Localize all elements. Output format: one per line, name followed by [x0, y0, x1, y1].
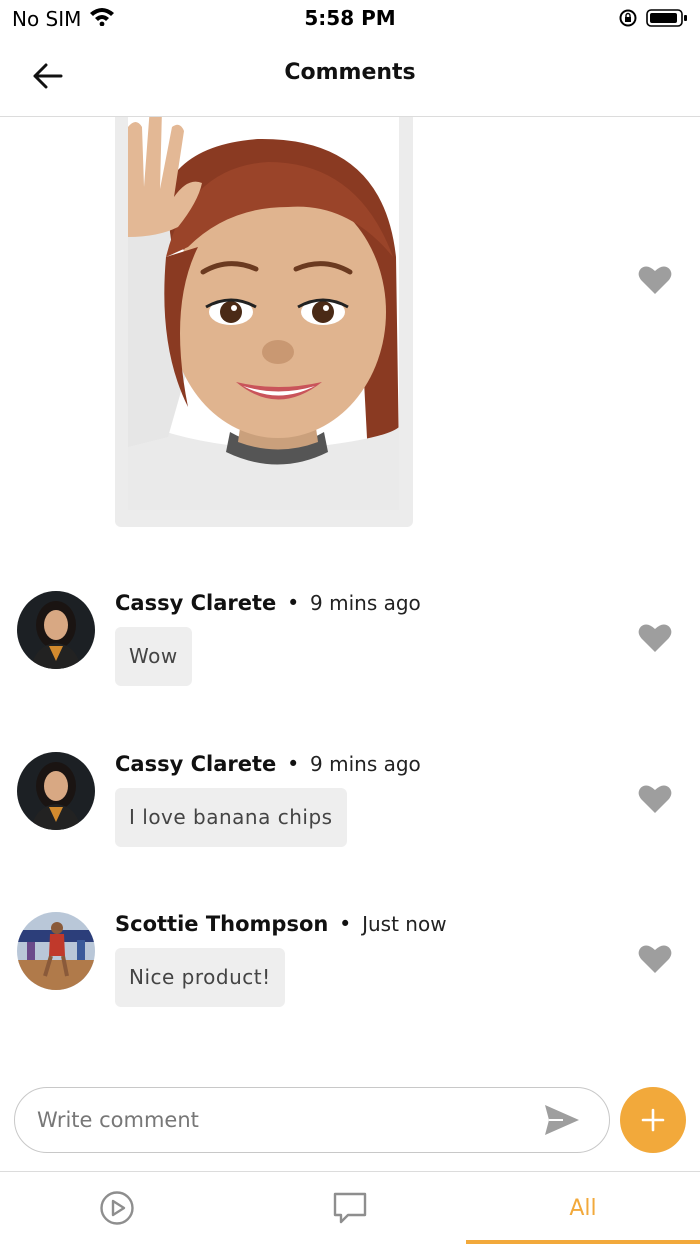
plus-icon: [641, 1108, 665, 1132]
active-tab-indicator: [466, 1240, 700, 1244]
heart-icon: [638, 624, 672, 652]
comment-item: Scottie Thompson • Just now Nice product…: [0, 912, 700, 1022]
comment-meta: Cassy Clarete • 9 mins ago: [115, 591, 421, 615]
heart-icon: [638, 266, 672, 294]
rotation-lock-icon: [618, 8, 638, 32]
avatar[interactable]: [17, 752, 95, 830]
meta-separator: •: [286, 591, 300, 615]
heart-icon: [638, 945, 672, 973]
send-icon: [545, 1105, 579, 1135]
status-time: 5:58 PM: [304, 6, 396, 30]
send-button[interactable]: [543, 1103, 581, 1137]
tab-all-label: All: [569, 1195, 597, 1221]
comments-list[interactable]: Cassy Clarete • 9 mins ago Wow Cassy Cla…: [0, 117, 700, 1072]
comment-input[interactable]: [35, 1098, 519, 1142]
comment-timestamp: 9 mins ago: [310, 591, 421, 615]
comment-bubble: I love banana chips: [115, 788, 347, 847]
tab-play[interactable]: [0, 1172, 233, 1244]
avatar[interactable]: [17, 591, 95, 669]
comment-bubble: Nice product!: [115, 948, 285, 1007]
chat-bubble-icon: [333, 1192, 366, 1224]
comment-author[interactable]: Cassy Clarete: [115, 591, 276, 615]
comment-meta: Scottie Thompson • Just now: [115, 912, 447, 936]
comment-item: Cassy Clarete • 9 mins ago Wow: [0, 591, 700, 701]
app-header: Comments: [0, 36, 700, 117]
comment-meta: Cassy Clarete • 9 mins ago: [115, 752, 421, 776]
bottom-tab-bar: All: [0, 1171, 700, 1244]
status-right: [618, 8, 688, 32]
avatar[interactable]: [17, 912, 95, 990]
like-button[interactable]: [638, 944, 672, 974]
meta-separator: •: [286, 752, 300, 776]
comment-timestamp: 9 mins ago: [310, 752, 421, 776]
tab-comments[interactable]: [233, 1172, 466, 1244]
comment-author[interactable]: Cassy Clarete: [115, 752, 276, 776]
comment-item: Cassy Clarete • 9 mins ago I love banana…: [0, 752, 700, 862]
comment-timestamp: Just now: [362, 912, 447, 936]
like-button[interactable]: [638, 265, 672, 295]
like-button[interactable]: [638, 784, 672, 814]
play-circle-icon: [99, 1191, 134, 1225]
meta-separator: •: [339, 912, 352, 936]
comment-author[interactable]: Scottie Thompson: [115, 912, 328, 936]
comment-composer: [14, 1087, 610, 1153]
add-attachment-button[interactable]: [620, 1087, 686, 1153]
comments-screen: No SIM 5:58 PM Comments Cassy Clarete • …: [0, 0, 700, 1244]
tab-all[interactable]: All: [466, 1172, 700, 1244]
comment-bubble: Wow: [115, 627, 192, 686]
memoji-image: [128, 117, 399, 510]
like-button[interactable]: [638, 623, 672, 653]
image-attachment[interactable]: [115, 117, 413, 527]
page-title: Comments: [284, 60, 416, 85]
status-bar: No SIM 5:58 PM: [0, 0, 700, 36]
heart-icon: [638, 785, 672, 813]
battery-icon: [646, 8, 688, 32]
